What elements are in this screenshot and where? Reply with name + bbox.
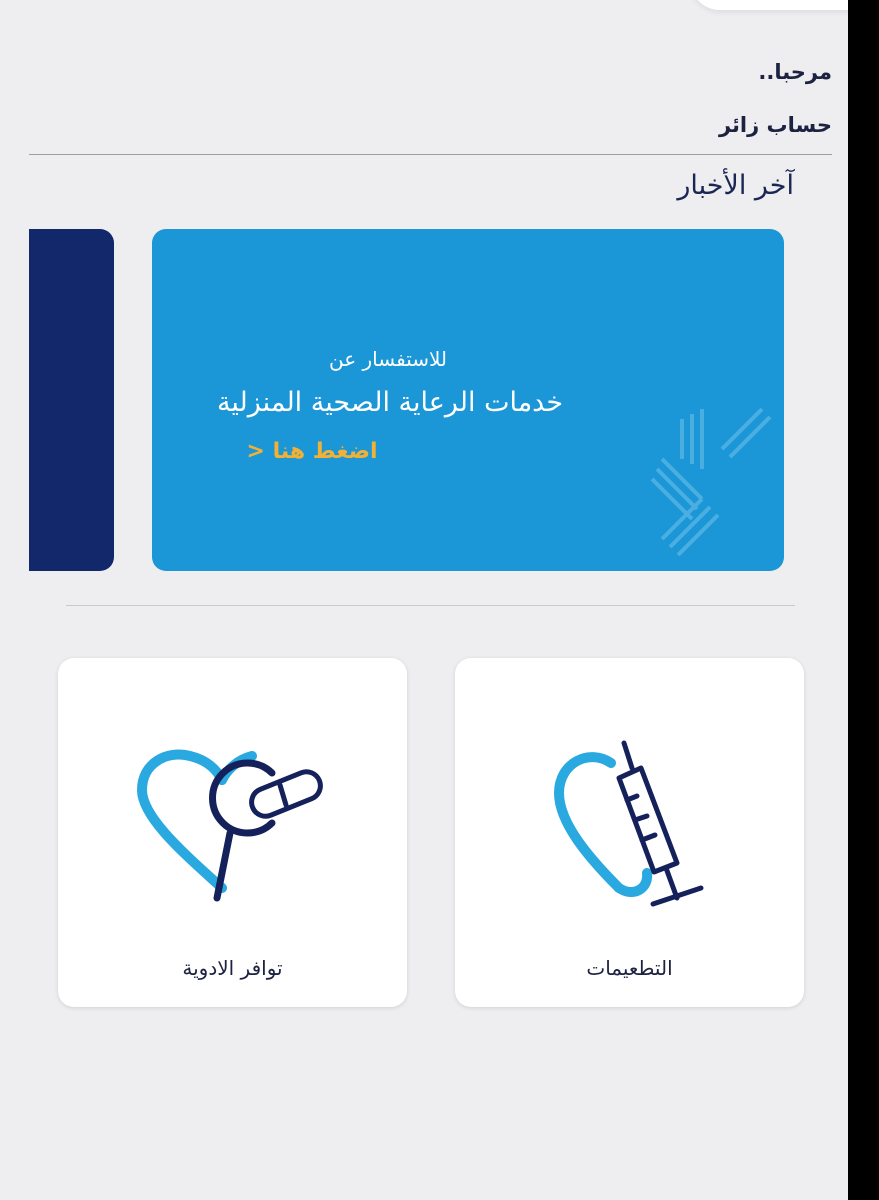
news-card-next[interactable] bbox=[29, 229, 114, 571]
top-tab-shape bbox=[690, 0, 848, 10]
home-screen: مرحبا.. حساب زائر آخر الأخبار للاستفسار … bbox=[0, 0, 848, 1200]
banner-pattern-icon bbox=[650, 407, 772, 557]
section-divider bbox=[66, 605, 795, 606]
news-section-title: آخر الأخبار bbox=[677, 170, 794, 201]
header-divider bbox=[29, 154, 832, 155]
greeting-text: مرحبا.. bbox=[758, 60, 832, 84]
account-name: حساب زائر bbox=[718, 113, 832, 137]
medicine-search-heart-icon bbox=[136, 749, 323, 902]
banner-subtitle: للاستفسار عن bbox=[328, 347, 448, 371]
vaccinations-label: التطعيمات bbox=[586, 956, 673, 980]
banner-title: خدمات الرعاية الصحية المنزلية bbox=[216, 387, 564, 418]
vaccine-syringe-heart-icon bbox=[553, 740, 704, 907]
vaccinations-tile[interactable]: التطعيمات bbox=[455, 658, 804, 1007]
banner-cta-link[interactable]: اضغط هنا < bbox=[152, 439, 472, 464]
news-banner-card[interactable]: للاستفسار عن خدمات الرعاية الصحية المنزل… bbox=[152, 229, 784, 571]
medicine-availability-tile[interactable]: توافر الادوية bbox=[58, 658, 407, 1007]
medicine-availability-label: توافر الادوية bbox=[182, 956, 283, 980]
